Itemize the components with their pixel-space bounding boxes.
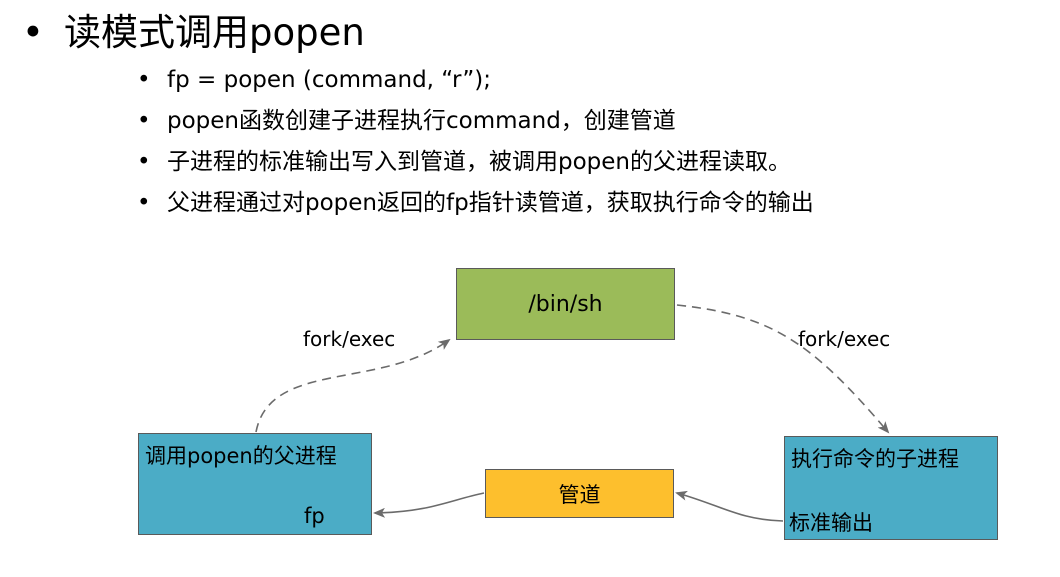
child-to-pipe-arrow	[675, 490, 784, 522]
pipe-box-label: 管道	[558, 482, 601, 507]
pipe-box: 管道	[485, 469, 674, 518]
parent-process-box: 调用popen的父进程 fp	[138, 433, 372, 535]
shell-box-label: /bin/sh	[528, 291, 603, 317]
fork-exec-arrow-right	[676, 304, 890, 434]
child-process-box: 执行命令的子进程 标准输出	[784, 436, 998, 540]
right-arrow-label: fork/exec	[798, 327, 891, 351]
fork-exec-arrow-left	[255, 338, 451, 433]
pipe-to-parent-arrow	[373, 492, 485, 518]
parent-process-title: 调用popen的父进程	[145, 444, 337, 468]
child-process-title: 执行命令的子进程	[791, 447, 959, 471]
child-stdout-label: 标准输出	[789, 511, 873, 535]
shell-box: /bin/sh	[456, 268, 675, 340]
parent-fp-label: fp	[304, 504, 325, 528]
left-arrow-label: fork/exec	[303, 327, 396, 351]
